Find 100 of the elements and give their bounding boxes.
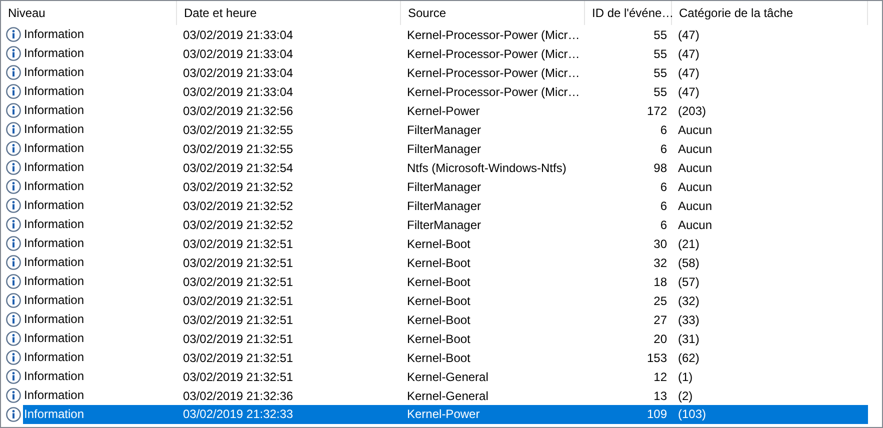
category-cell-text: (2) — [677, 388, 694, 402]
event-id-cell-text: 25 — [652, 294, 668, 308]
level-cell-text: Information — [23, 235, 86, 252]
info-icon — [6, 103, 21, 118]
event-row[interactable]: Information 03/02/2019 21:33:04 Kernel-Processor-Power (Micr… 55 (47) — [1, 63, 882, 82]
category-cell-text: Aucun — [677, 218, 714, 232]
info-icon — [6, 293, 21, 308]
event-id-cell-text: 55 — [652, 28, 668, 42]
category-cell-text: (33) — [677, 312, 700, 326]
source-cell-text: Kernel-Boot — [406, 332, 472, 346]
event-row[interactable]: Information 03/02/2019 21:32:51 Kernel-Boot 153 (62) — [1, 348, 882, 367]
category-cell-text: (1) — [677, 370, 694, 384]
event-row[interactable]: Information 03/02/2019 21:32:51 Kernel-Boot 27 (33) — [1, 310, 882, 329]
category-cell-text: Aucun — [677, 142, 714, 156]
event-row[interactable]: Information 03/02/2019 21:32:52 FilterManager 6 Aucun — [1, 196, 882, 215]
date-cell-text: 03/02/2019 21:32:51 — [182, 236, 294, 250]
source-cell-text: Kernel-Boot — [406, 350, 472, 364]
source-cell-text: FilterManager — [406, 142, 482, 156]
info-icon — [6, 65, 21, 80]
date-cell-text: 03/02/2019 21:32:51 — [182, 332, 294, 346]
event-row[interactable]: Information 03/02/2019 21:33:04 Kernel-Processor-Power (Micr… 55 (47) — [1, 25, 882, 44]
date-cell-text: 03/02/2019 21:32:51 — [182, 274, 294, 288]
column-header[interactable]: Source — [401, 1, 585, 25]
date-cell-text: 03/02/2019 21:32:51 — [182, 294, 294, 308]
column-header[interactable]: Date et heure — [177, 1, 401, 25]
level-cell-text: Information — [23, 26, 86, 43]
level-cell-text: Information — [23, 159, 86, 176]
info-icon — [6, 122, 21, 137]
date-cell-text: 03/02/2019 21:33:04 — [182, 28, 294, 42]
level-cell-text: Information — [23, 216, 86, 233]
event-id-cell-text: 6 — [659, 142, 668, 156]
level-cell-text: Information — [23, 102, 86, 119]
event-row[interactable]: Information 03/02/2019 21:33:04 Kernel-Processor-Power (Micr… 55 (47) — [1, 82, 882, 101]
event-row[interactable]: Information 03/02/2019 21:32:36 Kernel-General 13 (2) — [1, 386, 882, 405]
event-row[interactable]: Information 03/02/2019 21:32:55 FilterManager 6 Aucun — [1, 139, 882, 158]
category-cell-text: (57) — [677, 274, 700, 288]
info-icon — [6, 331, 21, 346]
event-id-cell-text: 98 — [652, 160, 668, 174]
source-cell-text: Kernel-Processor-Power (Micr… — [406, 28, 581, 42]
level-cell-text: Information — [23, 254, 86, 271]
event-id-cell-text: 18 — [652, 274, 668, 288]
info-icon — [6, 46, 21, 61]
level-cell-text: Information — [23, 311, 86, 328]
category-cell-text: Aucun — [677, 122, 714, 136]
event-row[interactable]: Information 03/02/2019 21:32:55 FilterManager 6 Aucun — [1, 120, 882, 139]
source-cell-text: Kernel-General — [406, 388, 490, 402]
category-cell-text: (32) — [677, 294, 700, 308]
category-cell: (103) — [672, 405, 868, 424]
event-row[interactable]: Information 03/02/2019 21:32:51 Kernel-Boot 32 (58) — [1, 253, 882, 272]
info-icon — [6, 255, 21, 270]
info-icon — [6, 160, 21, 175]
level-cell-text: Information — [23, 368, 86, 385]
event-row[interactable]: Information 03/02/2019 21:32:51 Kernel-Boot 18 (57) — [1, 272, 882, 291]
level-cell-text: Information — [23, 273, 86, 290]
level-cell-text: Information — [23, 387, 86, 404]
column-header[interactable]: Niveau — [1, 1, 177, 25]
info-icon — [6, 179, 21, 194]
event-id-cell-text: 55 — [652, 46, 668, 60]
info-icon — [6, 369, 21, 384]
event-row[interactable]: Information 03/02/2019 21:32:54 Ntfs (Microsoft-Windows-Ntfs) 98 Aucun — [1, 158, 882, 177]
event-row[interactable]: Information 03/02/2019 21:32:52 FilterManager 6 Aucun — [1, 177, 882, 196]
source-cell-text: Kernel-Boot — [406, 256, 472, 270]
level-cell-text: Information — [23, 330, 86, 347]
info-icon — [6, 312, 21, 327]
info-icon — [6, 407, 21, 422]
event-row[interactable]: Information 03/02/2019 21:32:52 FilterManager 6 Aucun — [1, 215, 882, 234]
date-cell-text: 03/02/2019 21:32:36 — [182, 388, 294, 402]
date-cell-text: 03/02/2019 21:32:51 — [182, 350, 294, 364]
event-row[interactable]: Information 03/02/2019 21:32:51 Kernel-Boot 20 (31) — [1, 329, 882, 348]
event-row[interactable]: Information 03/02/2019 21:33:04 Kernel-Processor-Power (Micr… 55 (47) — [1, 44, 882, 63]
source-cell-text: Kernel-Processor-Power (Micr… — [406, 84, 581, 98]
event-row[interactable]: Information 03/02/2019 21:32:51 Kernel-Boot 30 (21) — [1, 234, 882, 253]
category-cell-text: (58) — [677, 256, 700, 270]
event-row[interactable]: Information 03/02/2019 21:32:51 Kernel-Boot 25 (32) — [1, 291, 882, 310]
selected-event-row[interactable]: Information 03/02/2019 21:32:33 Kernel-Power 109 (103) — [1, 405, 882, 424]
category-cell-text: (31) — [677, 332, 700, 346]
level-cell-text: Information — [23, 83, 86, 100]
source-cell-text: Kernel-Boot — [406, 274, 472, 288]
date-cell-text: 03/02/2019 21:32:55 — [182, 142, 294, 156]
date-cell-text: 03/02/2019 21:32:56 — [182, 104, 294, 118]
source-cell-text: Kernel-Boot — [406, 294, 472, 308]
event-id-cell-text: 172 — [646, 104, 668, 118]
level-cell-text: Information — [23, 140, 86, 157]
source-cell-text: Kernel-Power — [406, 104, 481, 118]
event-id-cell-text: 30 — [652, 236, 668, 250]
level-cell-text: Information — [23, 292, 86, 309]
event-row[interactable]: Information 03/02/2019 21:32:56 Kernel-Power 172 (203) — [1, 101, 882, 120]
source-cell-text: Kernel-Boot — [406, 312, 472, 326]
level-cell-text: Information — [23, 64, 86, 81]
info-icon — [6, 27, 21, 42]
event-row[interactable]: Information 03/02/2019 21:32:51 Kernel-General 12 (1) — [1, 367, 882, 386]
event-id-cell-text: 13 — [652, 388, 668, 402]
column-header[interactable]: Catégorie de la tâche — [672, 1, 868, 25]
level-cell-text: Information — [23, 178, 86, 195]
level-cell-text: Information — [23, 197, 86, 214]
date-cell-text: 03/02/2019 21:32:51 — [182, 256, 294, 270]
date-cell-text: 03/02/2019 21:33:04 — [182, 46, 294, 60]
source-cell-text: Ntfs (Microsoft-Windows-Ntfs) — [406, 160, 568, 174]
info-icon — [6, 388, 21, 403]
column-header[interactable]: ID de l'événe… — [585, 1, 672, 25]
